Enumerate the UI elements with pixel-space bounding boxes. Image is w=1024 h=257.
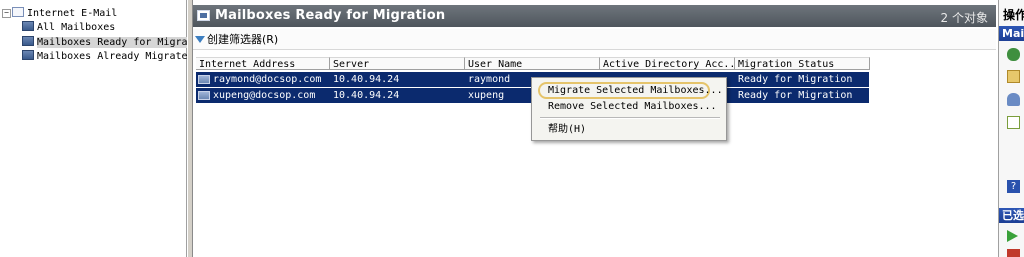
column-header-internet-address[interactable]: Internet Address bbox=[196, 57, 330, 70]
navigation-tree: − Internet E-Mail All Mailboxes Mailboxes… bbox=[0, 0, 212, 257]
pane-header: Mailboxes Ready for Migration 2 个对象 bbox=[193, 5, 996, 27]
properties-icon[interactable] bbox=[1007, 70, 1020, 83]
menu-item-help[interactable]: 帮助(H) bbox=[548, 123, 586, 137]
remove-icon[interactable] bbox=[1007, 249, 1020, 257]
menu-divider bbox=[540, 117, 720, 119]
tree-item-label: Mailboxes Ready for Migration bbox=[37, 37, 212, 48]
create-filter-button[interactable]: 创建筛选器(R) bbox=[195, 32, 278, 47]
mailbox-folder-icon bbox=[197, 10, 210, 21]
help-icon[interactable]: ? bbox=[1007, 180, 1020, 193]
actions-title: 操作 bbox=[1003, 8, 1024, 22]
cell-server: 10.40.94.24 bbox=[333, 74, 400, 85]
mailbox-icon bbox=[22, 36, 34, 46]
cell-address: xupeng@docsop.com bbox=[213, 90, 316, 101]
tree-item-already-migrated[interactable]: Mailboxes Already Migrated bbox=[22, 50, 194, 64]
actions-pane: 操作 Mai ? 已选 bbox=[998, 0, 1024, 257]
mailbox-icon bbox=[22, 50, 34, 60]
add-mailbox-icon[interactable] bbox=[1007, 48, 1020, 61]
filter-icon bbox=[195, 36, 205, 43]
internet-mail-icon bbox=[12, 7, 24, 17]
actions-section-selected[interactable]: 已选 bbox=[999, 208, 1024, 223]
actions-section-mailboxes[interactable]: Mai bbox=[999, 26, 1024, 41]
cell-status: Ready for Migration bbox=[738, 74, 853, 85]
user-icon[interactable] bbox=[1007, 93, 1020, 106]
column-header-user-name[interactable]: User Name bbox=[465, 57, 600, 70]
tree-root-internet-email[interactable]: − Internet E-Mail bbox=[2, 7, 117, 21]
column-header-ad-account[interactable]: Active Directory Acc... bbox=[600, 57, 735, 70]
context-menu: Migrate Selected Mailboxes... Remove Sel… bbox=[531, 77, 727, 141]
tree-item-all-mailboxes[interactable]: All Mailboxes bbox=[22, 21, 115, 35]
mailbox-icon bbox=[198, 75, 210, 84]
export-icon[interactable] bbox=[1007, 116, 1020, 129]
tree-item-label: All Mailboxes bbox=[37, 22, 116, 33]
page-title: Mailboxes Ready for Migration bbox=[215, 8, 446, 23]
cell-address: raymond@docsop.com bbox=[213, 74, 322, 85]
create-filter-label: 创建筛选器(R) bbox=[207, 33, 279, 46]
tree-item-label: Mailboxes Already Migrated bbox=[37, 51, 194, 62]
cell-server: 10.40.94.24 bbox=[333, 90, 400, 101]
tree-item-ready-for-migration[interactable]: Mailboxes Ready for Migration bbox=[22, 36, 212, 50]
mailbox-icon bbox=[198, 91, 210, 100]
tree-root-label: Internet E-Mail bbox=[27, 8, 118, 19]
toolbar: 创建筛选器(R) bbox=[193, 29, 996, 50]
cell-status: Ready for Migration bbox=[738, 90, 853, 101]
object-count: 2 个对象 bbox=[940, 11, 988, 25]
column-header-migration-status[interactable]: Migration Status bbox=[735, 57, 870, 70]
menu-item-migrate-selected[interactable]: Migrate Selected Mailboxes... bbox=[548, 84, 723, 98]
menu-item-remove-selected[interactable]: Remove Selected Mailboxes... bbox=[548, 100, 717, 114]
arrow-right-icon[interactable] bbox=[1007, 230, 1018, 242]
column-header-server[interactable]: Server bbox=[330, 57, 465, 70]
mailbox-icon bbox=[22, 21, 34, 31]
collapse-icon[interactable]: − bbox=[2, 9, 11, 18]
